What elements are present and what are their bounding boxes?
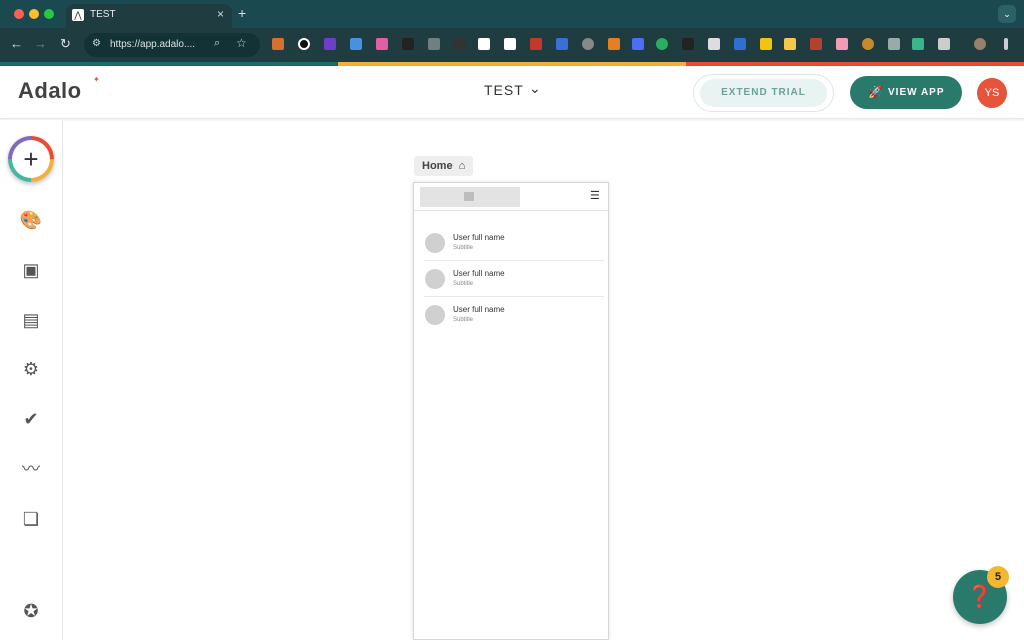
minimize-window-button[interactable] <box>29 9 39 19</box>
extension-icon[interactable] <box>556 38 568 50</box>
close-window-button[interactable] <box>14 9 24 19</box>
extension-icon[interactable] <box>478 38 490 50</box>
image-placeholder[interactable] <box>420 187 520 207</box>
chat-icon: ❓ <box>966 584 994 609</box>
adalo-favicon-icon: ⋀ <box>72 9 84 21</box>
url-text[interactable]: https://app.adalo.... <box>110 39 195 50</box>
app-bar[interactable]: ☰ <box>414 183 608 211</box>
extension-icon[interactable] <box>862 38 874 50</box>
forward-icon[interactable]: → <box>34 37 47 51</box>
chevron-down-icon[interactable]: ⌄ <box>998 5 1016 23</box>
add-component-button[interactable]: + <box>8 136 54 182</box>
extend-trial-button[interactable]: EXTEND TRIAL <box>700 79 827 107</box>
zoom-icon[interactable]: ⌕ <box>214 37 220 50</box>
list-item[interactable]: User full name Subtitle <box>420 225 604 261</box>
rocket-icon: 🚀 <box>868 85 884 99</box>
extension-icon[interactable] <box>912 38 924 50</box>
project-name[interactable]: TEST <box>484 82 524 98</box>
avatar <box>425 305 445 325</box>
palette-icon[interactable]: 🎨 <box>19 208 43 232</box>
phone-screen[interactable]: ☰ User full name Subtitle User full name… <box>413 182 609 640</box>
left-sidebar: + 🎨 ▣ ▤ ⚙ ✔ 〰 ❏ ✪ <box>0 120 63 640</box>
extension-icon[interactable] <box>784 38 796 50</box>
extension-icon[interactable] <box>402 38 414 50</box>
adalo-logo[interactable]: Adalo <box>18 78 82 104</box>
notification-badge: 5 <box>987 566 1009 588</box>
view-app-label: VIEW APP <box>888 87 945 98</box>
extension-icon[interactable] <box>608 38 620 50</box>
browser-menu-icon[interactable] <box>1004 38 1008 50</box>
extension-icon[interactable] <box>682 38 694 50</box>
extension-icon[interactable] <box>708 38 720 50</box>
reload-icon[interactable]: ↻ <box>60 37 71 51</box>
site-info-icon[interactable]: ⚙ <box>92 38 101 49</box>
list-item-title: User full name <box>453 305 505 314</box>
extension-icon[interactable] <box>582 38 594 50</box>
list-item-title: User full name <box>453 233 505 242</box>
maximize-window-button[interactable] <box>44 9 54 19</box>
tab-close-icon[interactable]: × <box>217 7 224 21</box>
address-bar[interactable]: ⚙ https://app.adalo.... ⌕ ☆ <box>84 33 260 57</box>
bookmark-star-icon[interactable]: ☆ <box>236 36 247 50</box>
list-item-title: User full name <box>453 269 505 278</box>
logo-sparkle-icon: ✦ <box>93 75 100 84</box>
extension-icon[interactable] <box>376 38 388 50</box>
screen-name: Home <box>422 160 453 172</box>
extension-icon[interactable] <box>350 38 362 50</box>
home-icon: ⌂ <box>458 160 466 172</box>
extension-icon[interactable] <box>298 38 310 50</box>
verified-icon[interactable]: ✪ <box>19 599 43 623</box>
list-item-subtitle: Subtitle <box>453 317 474 323</box>
screen-label[interactable]: Home ⌂ <box>414 156 474 176</box>
extension-icon[interactable] <box>656 38 668 50</box>
extension-icon[interactable] <box>888 38 900 50</box>
user-avatar[interactable]: YS <box>977 78 1007 108</box>
extension-icon[interactable] <box>454 38 466 50</box>
avatar <box>425 269 445 289</box>
add-icon: + <box>12 140 50 178</box>
extension-icon[interactable] <box>760 38 772 50</box>
back-icon[interactable]: ← <box>10 37 23 51</box>
extension-icon[interactable] <box>632 38 644 50</box>
extensions-puzzle-icon[interactable] <box>938 38 950 50</box>
browser-tab[interactable]: ⋀ TEST × <box>66 4 232 28</box>
new-tab-button[interactable]: + <box>238 5 246 21</box>
profile-avatar-icon[interactable] <box>974 38 986 50</box>
extension-icon[interactable] <box>324 38 336 50</box>
image-icon <box>464 192 474 201</box>
extension-icon[interactable] <box>272 38 284 50</box>
list-item-subtitle: Subtitle <box>453 281 474 287</box>
chevron-down-icon[interactable]: ⌄ <box>529 80 541 97</box>
settings-icon[interactable]: ⚙ <box>19 357 43 381</box>
screens-icon[interactable]: ▣ <box>19 258 43 282</box>
app-header: Adalo ✦ TEST ⌄ EXTEND TRIAL 🚀 VIEW APP Y… <box>0 66 1024 119</box>
database-icon[interactable]: ▤ <box>19 308 43 332</box>
extension-icon[interactable] <box>428 38 440 50</box>
analytics-icon[interactable]: 〰 <box>19 457 43 481</box>
view-app-button[interactable]: 🚀 VIEW APP <box>850 76 962 109</box>
extension-icon[interactable] <box>530 38 542 50</box>
menu-icon[interactable]: ☰ <box>590 189 600 202</box>
extension-icon[interactable] <box>810 38 822 50</box>
list-item[interactable]: User full name Subtitle <box>420 261 604 297</box>
list-item[interactable]: User full name Subtitle <box>420 297 604 333</box>
extend-trial-wrapper: EXTEND TRIAL <box>693 74 834 112</box>
browser-tab-bar: ⋀ TEST × + ⌄ <box>0 0 1024 28</box>
avatar <box>425 233 445 253</box>
copy-app-icon[interactable]: ❏ <box>19 507 43 531</box>
extension-icon[interactable] <box>734 38 746 50</box>
extension-icon[interactable] <box>504 38 516 50</box>
extension-icon[interactable] <box>836 38 848 50</box>
publish-icon[interactable]: ✔ <box>19 407 43 431</box>
tab-title: TEST <box>90 9 116 20</box>
list-item-subtitle: Subtitle <box>453 245 474 251</box>
